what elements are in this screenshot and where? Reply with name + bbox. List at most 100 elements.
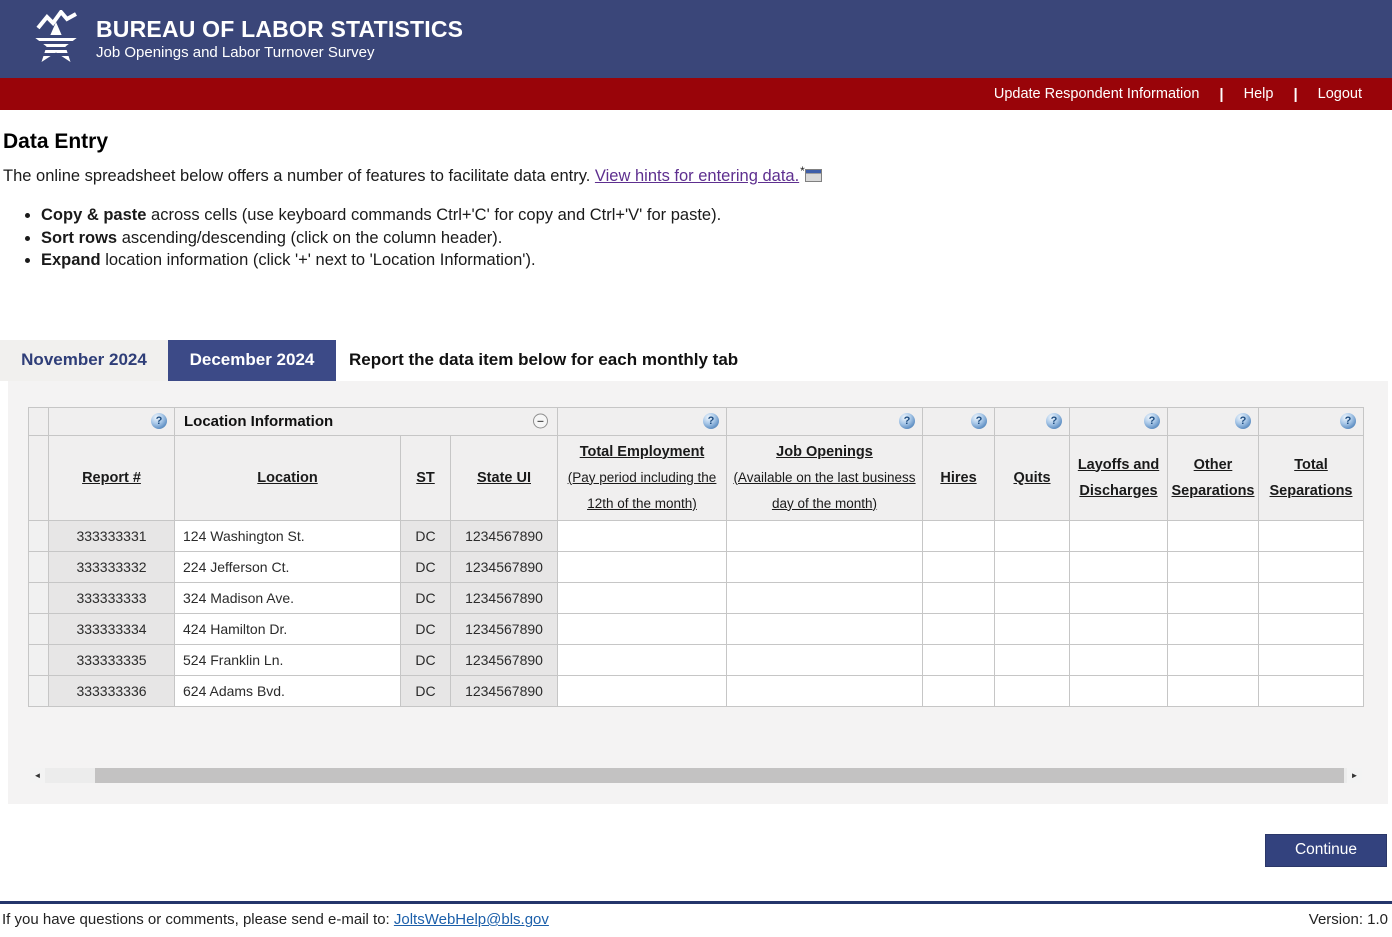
- table-row: 333333331 124 Washington St. DC 12345678…: [29, 520, 1364, 551]
- help-icon[interactable]: ?: [899, 413, 915, 429]
- quits-entry-cell[interactable]: [995, 644, 1070, 675]
- feature-copy-paste: Copy & paste across cells (use keyboard …: [41, 206, 1392, 226]
- sort-state-ui-link[interactable]: State UI: [477, 465, 531, 491]
- quits-entry-cell[interactable]: [995, 582, 1070, 613]
- hires-help-cell: ?: [923, 407, 995, 435]
- sort-other-separations-link[interactable]: Other Separations: [1169, 452, 1257, 504]
- layoffs-entry-cell[interactable]: [1070, 520, 1168, 551]
- other-separations-entry-cell[interactable]: [1168, 613, 1259, 644]
- total-separations-entry-cell[interactable]: [1259, 520, 1364, 551]
- location-information-header: Location Information –: [175, 407, 558, 435]
- grid-help-row: ? Location Information – ? ? ? ? ? ? ?: [29, 407, 1364, 435]
- total-separations-entry-cell[interactable]: [1259, 644, 1364, 675]
- other-separations-entry-cell[interactable]: [1168, 644, 1259, 675]
- other-separations-entry-cell[interactable]: [1168, 675, 1259, 706]
- sort-report-link[interactable]: Report #: [82, 465, 141, 491]
- sort-hires-link[interactable]: Hires: [940, 465, 976, 491]
- location-cell: 324 Madison Ave.: [175, 582, 401, 613]
- total-employment-entry-cell[interactable]: [558, 582, 727, 613]
- job-openings-help-cell: ?: [727, 407, 923, 435]
- report-number-cell: 333333332: [49, 551, 175, 582]
- state-ui-cell: 1234567890: [451, 551, 558, 582]
- help-icon[interactable]: ?: [1235, 413, 1251, 429]
- other-separations-entry-cell[interactable]: [1168, 582, 1259, 613]
- job-openings-entry-cell[interactable]: [727, 613, 923, 644]
- job-openings-entry-cell[interactable]: [727, 644, 923, 675]
- help-icon[interactable]: ?: [1144, 413, 1160, 429]
- total-separations-entry-cell[interactable]: [1259, 551, 1364, 582]
- layoffs-entry-cell[interactable]: [1070, 675, 1168, 706]
- row-selector-cell: [29, 613, 49, 644]
- app-title: BUREAU OF LABOR STATISTICS: [96, 16, 463, 42]
- help-icon[interactable]: ?: [1046, 413, 1062, 429]
- total-separations-entry-cell[interactable]: [1259, 675, 1364, 706]
- help-icon[interactable]: ?: [151, 413, 167, 429]
- report-number-cell: 333333333: [49, 582, 175, 613]
- total-separations-entry-cell[interactable]: [1259, 613, 1364, 644]
- job-openings-entry-cell[interactable]: [727, 520, 923, 551]
- location-cell: 124 Washington St.: [175, 520, 401, 551]
- total-employment-entry-cell[interactable]: [558, 644, 727, 675]
- scrollbar-track[interactable]: [45, 768, 1347, 783]
- scrollbar-thumb[interactable]: [95, 768, 1344, 783]
- scroll-left-arrow-icon[interactable]: ◄: [30, 768, 45, 783]
- total-employment-entry-cell[interactable]: [558, 675, 727, 706]
- job-openings-entry-cell[interactable]: [727, 551, 923, 582]
- total-employment-entry-cell[interactable]: [558, 520, 727, 551]
- sort-layoffs-link[interactable]: Layoffs and Discharges: [1071, 452, 1166, 504]
- email-link[interactable]: JoltsWebHelp@bls.gov: [394, 911, 549, 928]
- sort-quits-link[interactable]: Quits: [1013, 465, 1050, 491]
- quits-entry-cell[interactable]: [995, 551, 1070, 582]
- total-employment-entry-cell[interactable]: [558, 551, 727, 582]
- column-header-total-employment: Total Employment(Pay period including th…: [558, 435, 727, 520]
- sort-st-link[interactable]: ST: [416, 465, 435, 491]
- quits-entry-cell[interactable]: [995, 520, 1070, 551]
- top-nav: Update Respondent Information | Help | L…: [0, 78, 1392, 110]
- help-icon[interactable]: ?: [971, 413, 987, 429]
- report-help-cell: ?: [49, 407, 175, 435]
- intro-sentence: The online spreadsheet below offers a nu…: [3, 167, 590, 185]
- month-tabs: November 2024 December 2024 Report the d…: [0, 340, 1392, 381]
- job-openings-entry-cell[interactable]: [727, 582, 923, 613]
- other-separations-help-cell: ?: [1168, 407, 1259, 435]
- sort-total-separations-link[interactable]: Total Separations: [1260, 452, 1362, 504]
- scroll-right-arrow-icon[interactable]: ►: [1347, 768, 1362, 783]
- job-openings-entry-cell[interactable]: [727, 675, 923, 706]
- layoffs-entry-cell[interactable]: [1070, 582, 1168, 613]
- feature-sort-rows: Sort rows ascending/descending (click on…: [41, 229, 1392, 249]
- nav-help-link[interactable]: Help: [1244, 86, 1274, 102]
- other-separations-entry-cell[interactable]: [1168, 520, 1259, 551]
- hires-entry-cell[interactable]: [923, 644, 995, 675]
- tab-november-2024[interactable]: November 2024: [0, 340, 168, 381]
- continue-button[interactable]: Continue: [1265, 834, 1387, 867]
- hires-entry-cell[interactable]: [923, 675, 995, 706]
- quits-entry-cell[interactable]: [995, 613, 1070, 644]
- column-header-report: Report #: [49, 435, 175, 520]
- hires-entry-cell[interactable]: [923, 551, 995, 582]
- layoffs-entry-cell[interactable]: [1070, 551, 1168, 582]
- nav-separator: |: [1219, 86, 1223, 103]
- hires-entry-cell[interactable]: [923, 582, 995, 613]
- total-separations-entry-cell[interactable]: [1259, 582, 1364, 613]
- collapse-location-icon[interactable]: –: [533, 414, 548, 429]
- location-cell: 524 Franklin Ln.: [175, 644, 401, 675]
- total-employment-entry-cell[interactable]: [558, 613, 727, 644]
- tab-december-2024[interactable]: December 2024: [168, 340, 336, 381]
- layoffs-entry-cell[interactable]: [1070, 644, 1168, 675]
- state-cell: DC: [401, 644, 451, 675]
- hires-entry-cell[interactable]: [923, 520, 995, 551]
- sort-total-employment-link[interactable]: Total Employment(Pay period including th…: [559, 439, 725, 517]
- column-header-state-ui: State UI: [451, 435, 558, 520]
- quits-entry-cell[interactable]: [995, 675, 1070, 706]
- layoffs-entry-cell[interactable]: [1070, 613, 1168, 644]
- hires-entry-cell[interactable]: [923, 613, 995, 644]
- view-hints-link[interactable]: View hints for entering data.: [595, 167, 799, 185]
- sort-location-link[interactable]: Location: [257, 465, 317, 491]
- nav-update-respondent-link[interactable]: Update Respondent Information: [994, 86, 1200, 102]
- new-window-mark: *: [800, 164, 805, 178]
- sort-job-openings-link[interactable]: Job Openings(Available on the last busin…: [728, 439, 921, 517]
- other-separations-entry-cell[interactable]: [1168, 551, 1259, 582]
- help-icon[interactable]: ?: [1340, 413, 1356, 429]
- nav-logout-link[interactable]: Logout: [1318, 86, 1362, 102]
- help-icon[interactable]: ?: [703, 413, 719, 429]
